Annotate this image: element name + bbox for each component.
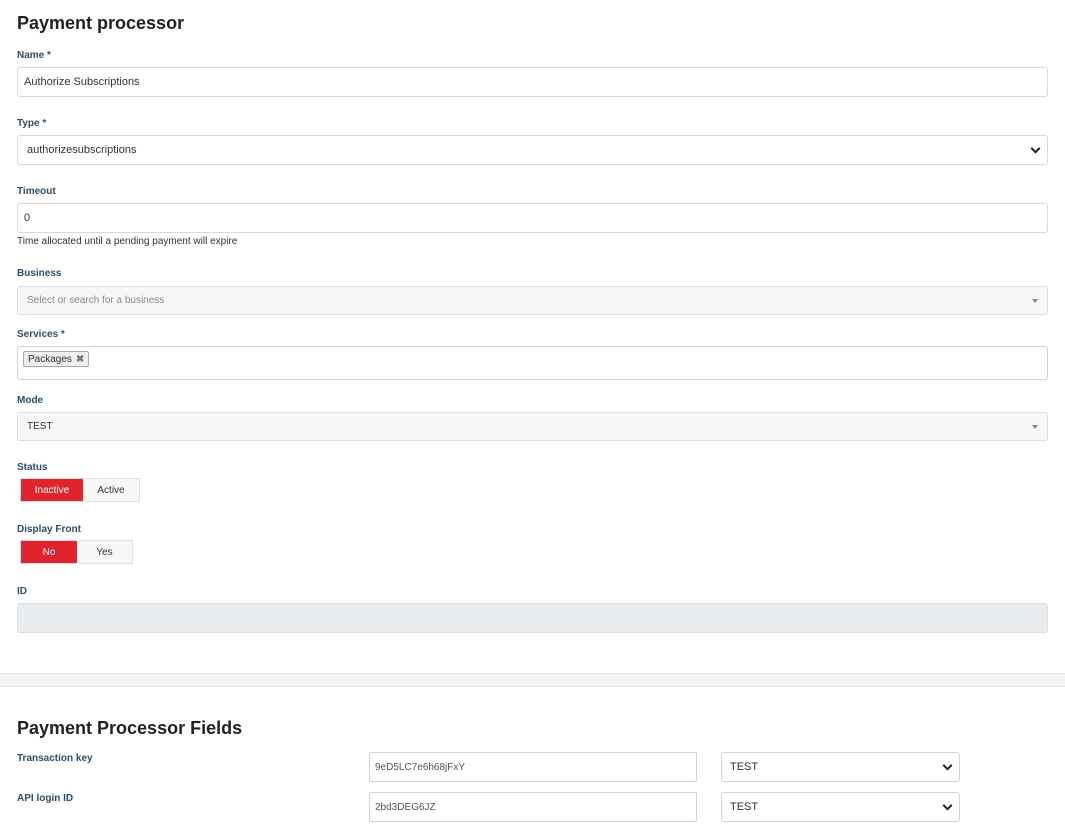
- service-tag: Packages ✖: [23, 351, 90, 367]
- type-select[interactable]: authorizesubscriptions: [17, 135, 1048, 165]
- display-front-yes-button[interactable]: Yes: [77, 541, 132, 563]
- transaction-key-mode-value: TEST: [730, 761, 759, 773]
- timeout-input[interactable]: 0: [17, 203, 1048, 233]
- mode-select[interactable]: TEST: [17, 412, 1048, 441]
- business-label: Business: [17, 268, 62, 279]
- id-label: ID: [17, 586, 27, 597]
- status-toggle: Inactive Active: [20, 478, 140, 502]
- service-tag-label: Packages: [28, 353, 72, 365]
- display-front-label: Display Front: [17, 524, 81, 535]
- api-login-id-input[interactable]: 2bd3DEG6JZ: [369, 792, 697, 822]
- timeout-label: Timeout: [17, 186, 56, 197]
- display-front-toggle: No Yes: [20, 540, 133, 564]
- id-field: [17, 603, 1048, 633]
- services-label: Services *: [17, 329, 65, 340]
- name-label: Name *: [17, 50, 51, 61]
- status-active-button[interactable]: Active: [83, 479, 139, 501]
- chevron-down-icon: [942, 760, 953, 771]
- type-label: Type *: [17, 118, 47, 129]
- chevron-down-icon: [942, 800, 953, 811]
- transaction-key-mode-select[interactable]: TEST: [721, 752, 960, 782]
- services-multiselect[interactable]: Packages ✖: [17, 346, 1048, 380]
- timeout-value: 0: [24, 212, 31, 224]
- display-front-no-button[interactable]: No: [21, 541, 77, 563]
- transaction-key-label: Transaction key: [17, 753, 93, 764]
- api-login-id-label: API login ID: [17, 793, 74, 804]
- page-title: Payment processor: [17, 13, 185, 33]
- fields-title: Payment Processor Fields: [17, 718, 243, 738]
- chevron-down-icon: [1030, 143, 1041, 154]
- api-login-id-value: 2bd3DEG6JZ: [375, 801, 436, 813]
- status-label: Status: [17, 462, 48, 473]
- transaction-key-input[interactable]: 9eD5LC7e6h68jFxY: [369, 752, 697, 782]
- name-value: Authorize Subscriptions: [24, 76, 140, 88]
- api-login-id-mode-value: TEST: [730, 801, 759, 813]
- dropdown-arrow-icon: [1032, 424, 1038, 429]
- transaction-key-value: 9eD5LC7e6h68jFxY: [375, 761, 466, 773]
- business-select[interactable]: Select or search for a business: [17, 286, 1048, 315]
- business-placeholder: Select or search for a business: [27, 295, 165, 306]
- dropdown-arrow-icon: [1032, 298, 1038, 303]
- mode-value: TEST: [27, 421, 53, 432]
- api-login-id-mode-select[interactable]: TEST: [721, 792, 960, 822]
- status-inactive-button[interactable]: Inactive: [21, 479, 83, 501]
- section-divider: [0, 673, 1065, 687]
- name-input[interactable]: Authorize Subscriptions: [17, 67, 1048, 97]
- timeout-help: Time allocated until a pending payment w…: [17, 236, 238, 247]
- mode-label: Mode: [17, 395, 44, 406]
- type-value: authorizesubscriptions: [27, 144, 137, 156]
- close-icon[interactable]: ✖: [76, 354, 84, 365]
